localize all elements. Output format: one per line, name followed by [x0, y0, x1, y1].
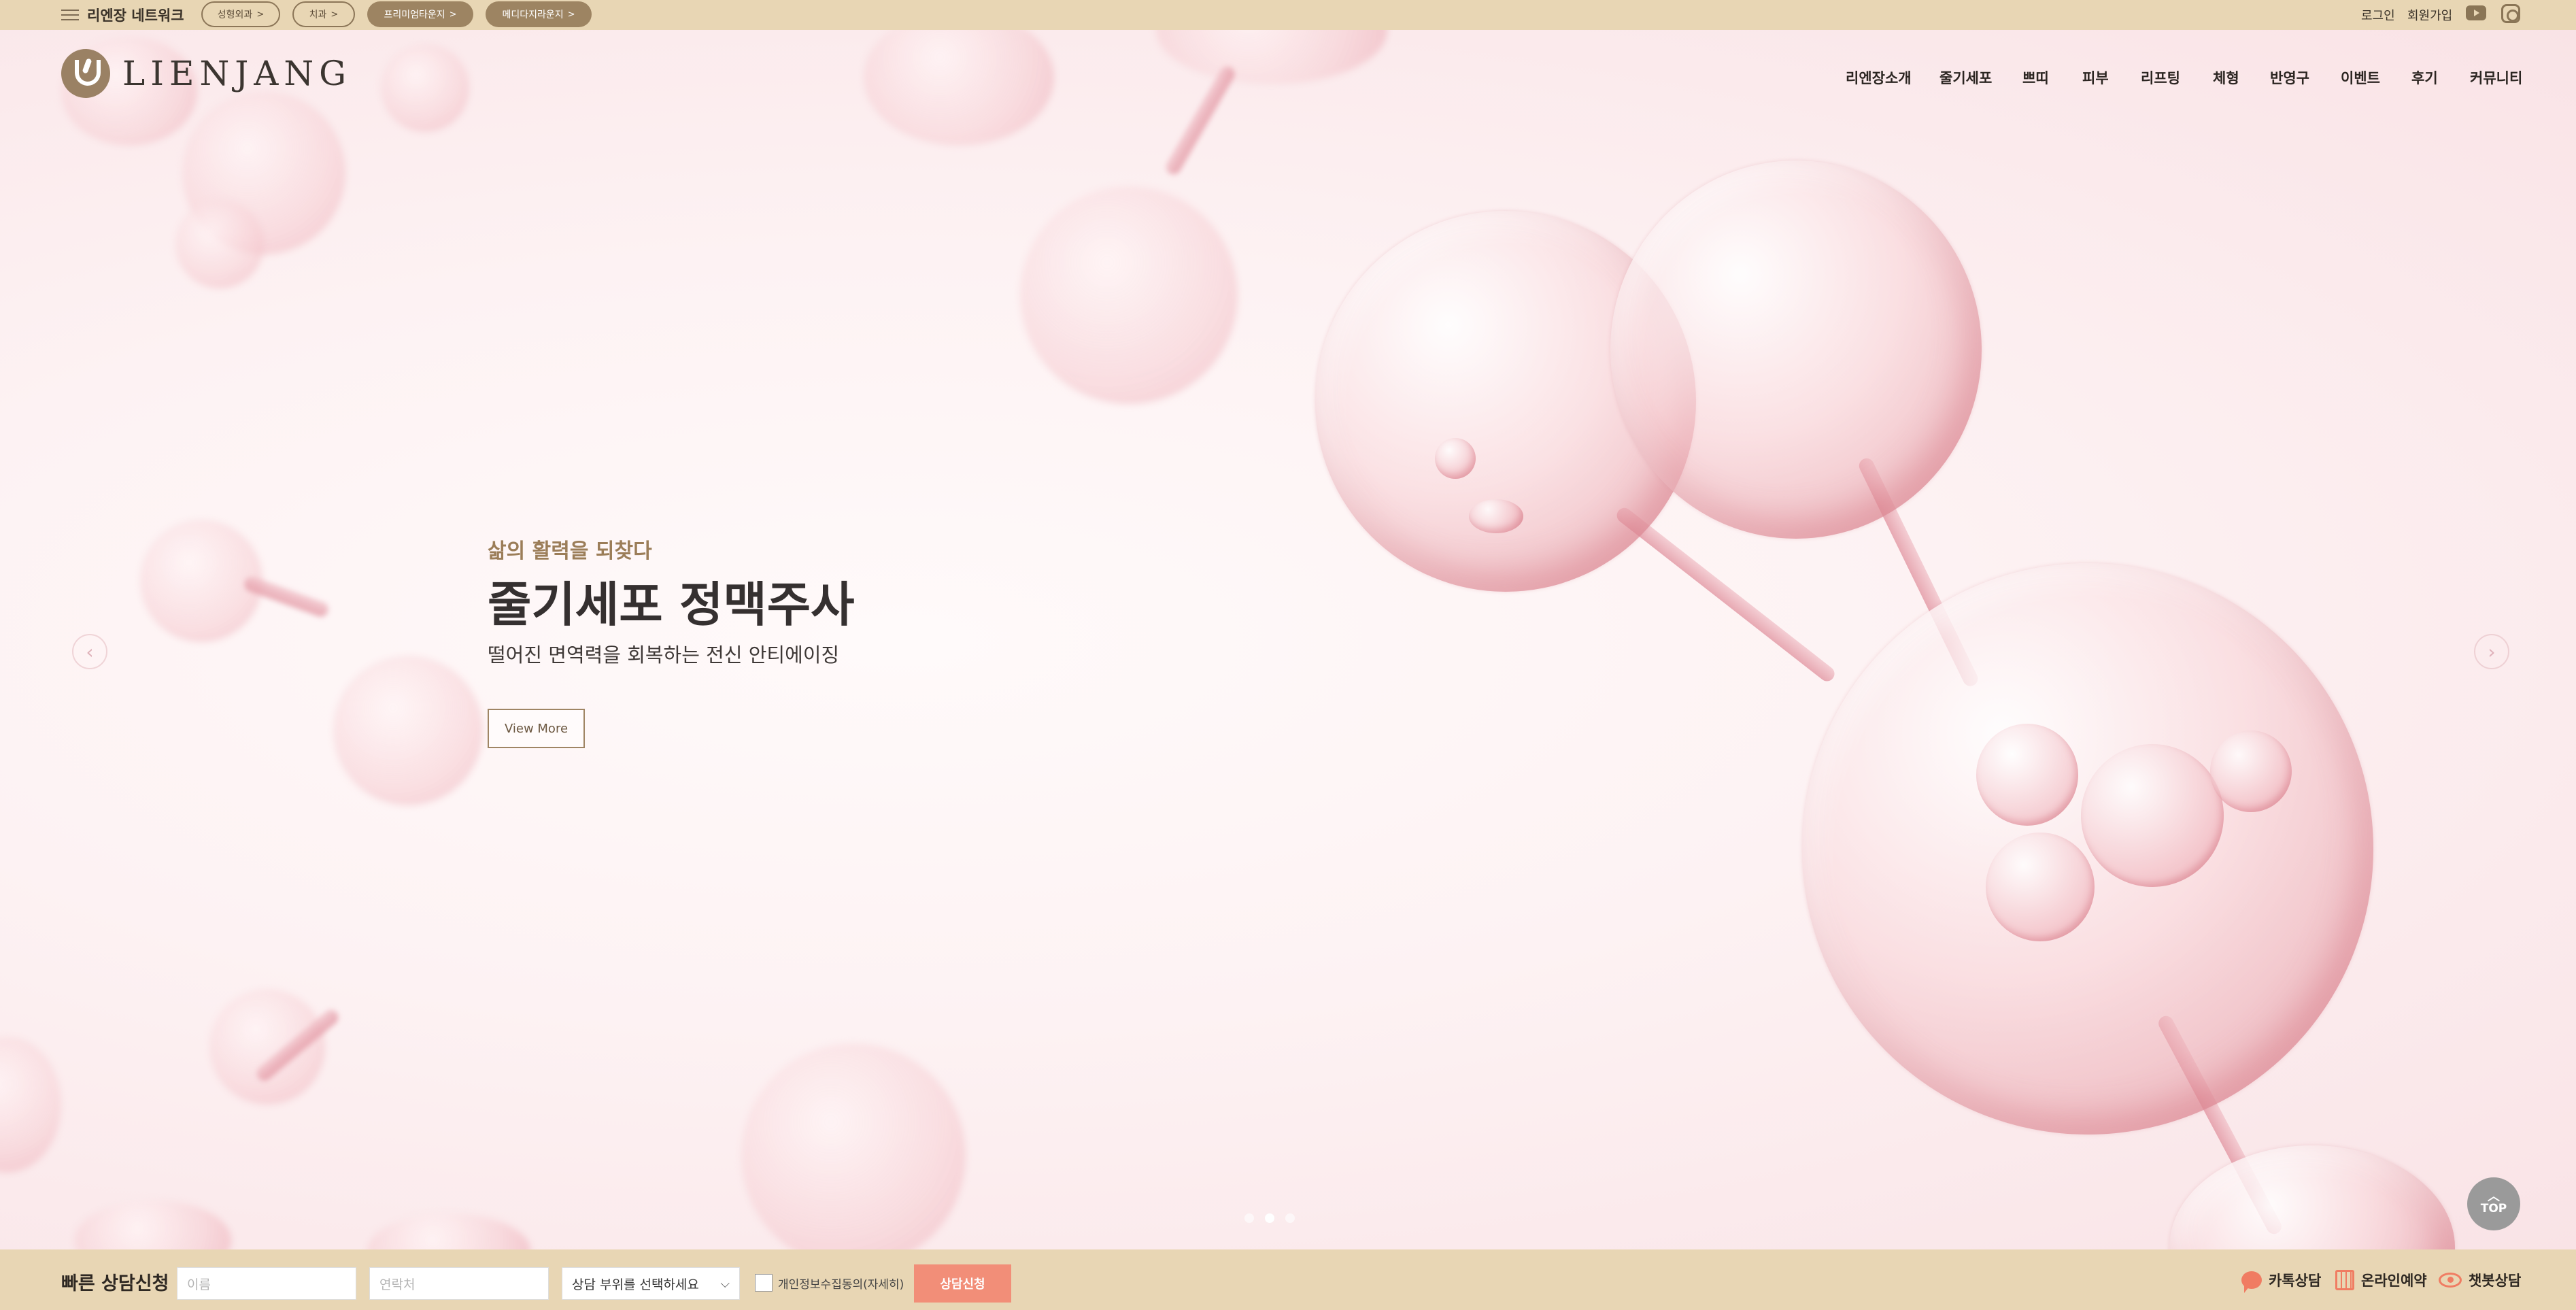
- bubble-decoration: [367, 1213, 530, 1249]
- select-value: 상담 부위를 선택하세요: [572, 1277, 699, 1292]
- inner-bubble: [2081, 744, 2224, 887]
- hero-subtitle: 삶의 활력을 되찾다: [488, 539, 652, 563]
- bubble-decoration: [0, 1037, 61, 1173]
- inner-bubble: [1986, 833, 2095, 941]
- molecule-bubble: [1610, 161, 1982, 539]
- calendar-icon: [2335, 1270, 2354, 1290]
- inner-bubble: [1435, 438, 1476, 479]
- hero-slider: ‹ ›: [0, 30, 2576, 1249]
- bubble-decoration: [175, 200, 264, 288]
- bubble-decoration: [741, 1043, 966, 1249]
- hamburger-icon[interactable]: [61, 10, 79, 20]
- nav-item-stemcell[interactable]: 줄기세포: [1939, 64, 1992, 91]
- consult-area-select[interactable]: 상담 부위를 선택하세요 ⌵: [562, 1267, 740, 1300]
- pill-label: 메디다지라운지: [502, 10, 564, 20]
- chatbot-icon: [2439, 1273, 2462, 1288]
- kakao-label: 카톡상담: [2269, 1273, 2322, 1289]
- bubble-decoration: [140, 520, 262, 642]
- chatbot-label: 챗봇상담: [2469, 1273, 2522, 1289]
- nav-item-about[interactable]: 리엔장소개: [1846, 64, 1912, 91]
- chatbot-consult-link[interactable]: 챗봇상담: [2439, 1269, 2521, 1292]
- nav-item-event[interactable]: 이벤트: [2341, 64, 2380, 91]
- network-label: 리엔장 네트워크: [87, 7, 184, 24]
- bubble-decoration: [75, 1200, 231, 1249]
- view-more-button[interactable]: View More: [488, 709, 585, 748]
- chevron-down-icon: ⌵: [720, 1276, 730, 1291]
- pill-premium[interactable]: 프리미엄타운지 >: [367, 1, 473, 27]
- privacy-agree[interactable]: 개인정보수집동의(자세히): [755, 1274, 904, 1292]
- slider-dot[interactable]: [1285, 1213, 1295, 1223]
- nav-item-petit[interactable]: 쁘띠: [2022, 64, 2049, 91]
- chat-bubble-icon: [2241, 1271, 2262, 1293]
- name-input[interactable]: 이름: [177, 1267, 356, 1300]
- pill-medi-lounge[interactable]: 메디다지라운지 >: [486, 1, 592, 27]
- privacy-checkbox[interactable]: [755, 1274, 773, 1292]
- consult-submit-button[interactable]: 상담신청: [914, 1264, 1011, 1303]
- nav-item-lifting[interactable]: 리프팅: [2141, 64, 2180, 91]
- pill-dental[interactable]: 치과 >: [292, 1, 355, 27]
- online-reserve-link[interactable]: 온라인예약: [2335, 1269, 2427, 1292]
- inner-bubble: [1469, 499, 1523, 533]
- nav-item-review[interactable]: 후기: [2411, 64, 2438, 91]
- logo-mark-icon: [61, 49, 110, 98]
- molecule-bubble: [2169, 1145, 2455, 1249]
- bubble-decoration: [209, 989, 325, 1105]
- chevron-right-icon: >: [331, 9, 339, 20]
- pill-label: 성형외과: [217, 10, 253, 20]
- phone-placeholder: 연락처: [379, 1277, 416, 1292]
- signup-link[interactable]: 회원가입: [2407, 4, 2452, 26]
- slider-dot-active[interactable]: [1265, 1213, 1274, 1223]
- quick-consult-bar: 빠른 상담신청 이름 연락처 상담 부위를 선택하세요 ⌵ 개인정보수집동의(자…: [0, 1249, 2576, 1310]
- inner-bubble: [1976, 724, 2078, 826]
- slider-dot[interactable]: [1244, 1213, 1254, 1223]
- chevron-up-icon: ︿: [2488, 1190, 2500, 1204]
- top-label: TOP: [2480, 1202, 2507, 1215]
- hero-title: 줄기세포 정맥주사: [488, 577, 855, 633]
- bubble-decoration: [333, 656, 483, 805]
- chevron-right-icon: ›: [2488, 640, 2496, 663]
- molecule-bubble: [1802, 563, 2373, 1135]
- nav-item-body[interactable]: 체형: [2213, 64, 2239, 91]
- site-logo[interactable]: LIENJANG: [61, 49, 352, 98]
- name-placeholder: 이름: [187, 1277, 211, 1292]
- scroll-top-button[interactable]: ︿ TOP: [2467, 1177, 2520, 1230]
- phone-input[interactable]: 연락처: [369, 1267, 549, 1300]
- chevron-right-icon: >: [449, 9, 457, 20]
- chevron-right-icon: >: [256, 9, 265, 20]
- kakao-consult-link[interactable]: 카톡상담: [2241, 1269, 2322, 1293]
- pill-label: 프리미엄타운지: [384, 10, 445, 20]
- nav-item-skin[interactable]: 피부: [2082, 64, 2109, 91]
- pill-label: 치과: [309, 10, 327, 20]
- chevron-left-icon: ‹: [86, 640, 94, 663]
- network-menu[interactable]: 리엔장 네트워크: [61, 5, 184, 24]
- top-utility-bar: 리엔장 네트워크 성형외과 > 치과 > 프리미엄타운지 > 메디다지라운지 > 로그인…: [0, 0, 2576, 30]
- privacy-label[interactable]: 개인정보수집동의(자세히): [778, 1275, 904, 1292]
- pill-plastic-surgery[interactable]: 성형외과 >: [201, 1, 280, 27]
- slider-next-button[interactable]: ›: [2474, 634, 2509, 669]
- bubble-decoration: [1020, 186, 1238, 404]
- nav-item-semipermanent[interactable]: 반영구: [2270, 64, 2309, 91]
- logo-text: LIENJANG: [122, 54, 352, 93]
- quick-consult-title: 빠른 상담신청: [61, 1273, 169, 1294]
- chevron-right-icon: >: [567, 9, 575, 20]
- nav-item-community[interactable]: 커뮤니티: [2470, 64, 2522, 91]
- slider-prev-button[interactable]: ‹: [72, 634, 107, 669]
- login-link[interactable]: 로그인: [2361, 4, 2395, 26]
- site-header: LIENJANG 리엔장소개 줄기세포 쁘띠 피부 리프팅 체형 반영구 이벤트…: [0, 30, 2576, 118]
- youtube-icon[interactable]: [2466, 5, 2486, 20]
- instagram-icon[interactable]: [2501, 4, 2520, 23]
- inner-bubble: [2210, 730, 2292, 812]
- reserve-label: 온라인예약: [2361, 1273, 2427, 1289]
- hero-description: 떨어진 면역력을 회복하는 전신 안티에이징: [488, 643, 840, 667]
- slider-pagination: [1244, 1213, 1295, 1223]
